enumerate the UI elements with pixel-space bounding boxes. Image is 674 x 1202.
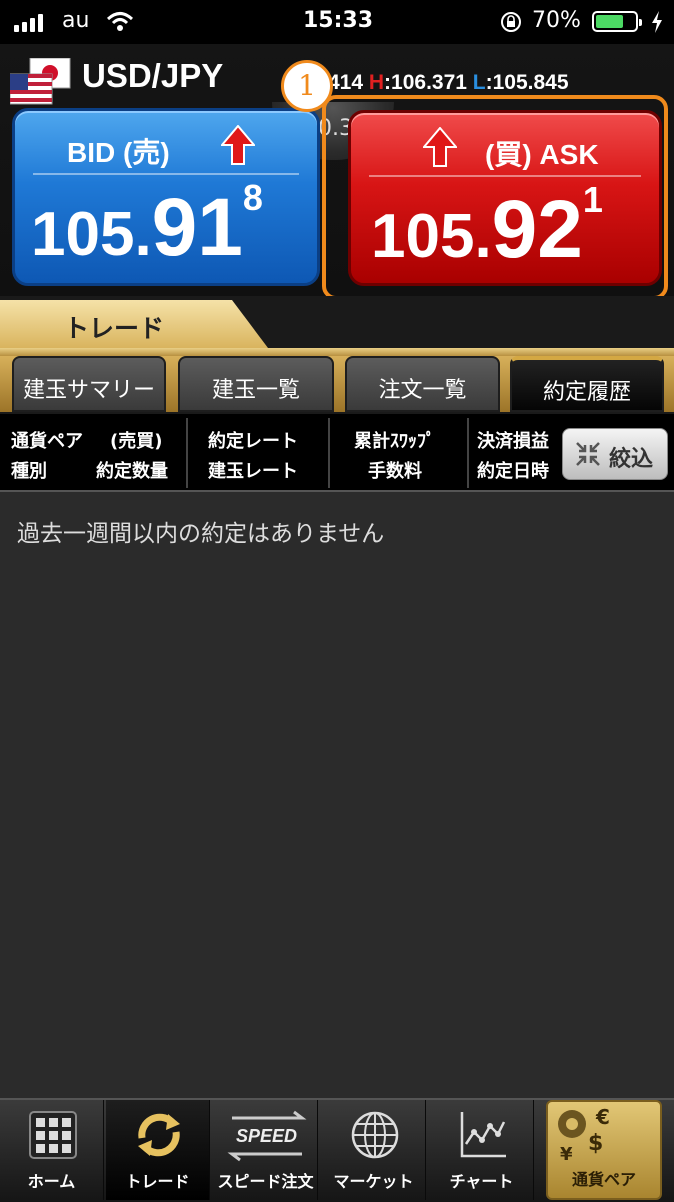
nav-label: トレード	[125, 1172, 190, 1191]
tab-position-summary[interactable]: 建玉サマリー	[12, 356, 166, 412]
high-value: :106.371	[384, 71, 467, 94]
bid-price: 105.918	[31, 177, 263, 273]
rotation-lock-icon	[501, 12, 521, 32]
compress-arrows-icon	[576, 442, 600, 466]
tab-label: 建玉一覧	[211, 378, 300, 403]
tab-trade-label: トレード	[64, 314, 165, 343]
nav-label: ホーム	[27, 1172, 76, 1191]
low-value: :105.845	[485, 71, 569, 94]
empty-message: 過去一週間以内の約定はありません	[17, 521, 385, 547]
nav-home[interactable]: ホーム	[0, 1100, 104, 1200]
column-pl-date: 決済損益 約定日時	[477, 431, 549, 482]
nav-market[interactable]: マーケット	[322, 1100, 426, 1200]
charging-icon	[652, 11, 662, 33]
tab-position-list[interactable]: 建玉一覧	[178, 356, 334, 412]
tab-label: 建玉サマリー	[22, 378, 155, 403]
carrier: au	[62, 8, 90, 33]
annotation-number: 1	[281, 60, 333, 112]
nav-label: スピード注文	[217, 1172, 314, 1191]
price-stats: 比-414 H:106.371 L:105.845	[300, 66, 569, 96]
usd-jpy-flag-icon	[10, 58, 71, 105]
battery-icon	[592, 11, 642, 32]
column-swap-fee: 累計ｽﾜｯﾌﾟ 手数料	[354, 431, 435, 482]
nav-label: チャート	[449, 1172, 514, 1191]
svg-text:€: €	[595, 1106, 610, 1129]
column-pair-type: 通貨ペア (売買) 種別 約定数量	[11, 431, 168, 482]
nav-currency-pair[interactable]: € $ ¥ 通貨ペア	[546, 1100, 662, 1200]
low-label: L	[472, 71, 486, 94]
wifi-icon	[106, 12, 134, 31]
bid-sell-button[interactable]: BID (売) 105.918	[12, 108, 320, 286]
tab-execution-history[interactable]: 約定履歴	[510, 356, 664, 412]
svg-text:¥: ¥	[560, 1144, 573, 1165]
tab-trade[interactable]: トレード	[0, 300, 236, 348]
currency-pair-title: USD/JPY	[82, 57, 224, 94]
speed-icon: SPEED	[227, 1110, 307, 1162]
tab-label: 約定履歴	[542, 380, 631, 405]
status-bar: au 15:33 70%	[0, 0, 674, 44]
filter-label: 絞込	[609, 447, 654, 472]
clock: 15:33	[303, 8, 374, 33]
nav-label: マーケット	[333, 1172, 414, 1191]
battery-percent: 70%	[532, 8, 581, 33]
filter-button[interactable]: 絞込	[562, 428, 668, 480]
svg-text:$: $	[588, 1131, 603, 1156]
currency-gear-icon: € $ ¥	[558, 1106, 610, 1165]
nav-chart[interactable]: チャート	[430, 1100, 534, 1200]
nav-label: 通貨ペア	[571, 1170, 636, 1189]
nav-speed-order[interactable]: SPEED スピード注文	[214, 1100, 318, 1200]
globe-icon	[351, 1111, 399, 1159]
line-chart-icon	[460, 1112, 506, 1158]
high-label: H	[368, 71, 385, 94]
grid-icon	[29, 1111, 77, 1159]
refresh-arrows-icon	[138, 1113, 180, 1157]
up-arrow-icon	[221, 125, 255, 165]
ask-highlight-frame	[322, 95, 668, 300]
svg-text:SPEED: SPEED	[236, 1126, 297, 1146]
bid-label: BID (売)	[67, 137, 170, 168]
tab-order-list[interactable]: 注文一覧	[345, 356, 500, 412]
nav-trade[interactable]: トレード	[106, 1100, 210, 1200]
column-rate: 約定レート 建玉レート	[208, 431, 298, 482]
tab-label: 注文一覧	[378, 378, 467, 403]
